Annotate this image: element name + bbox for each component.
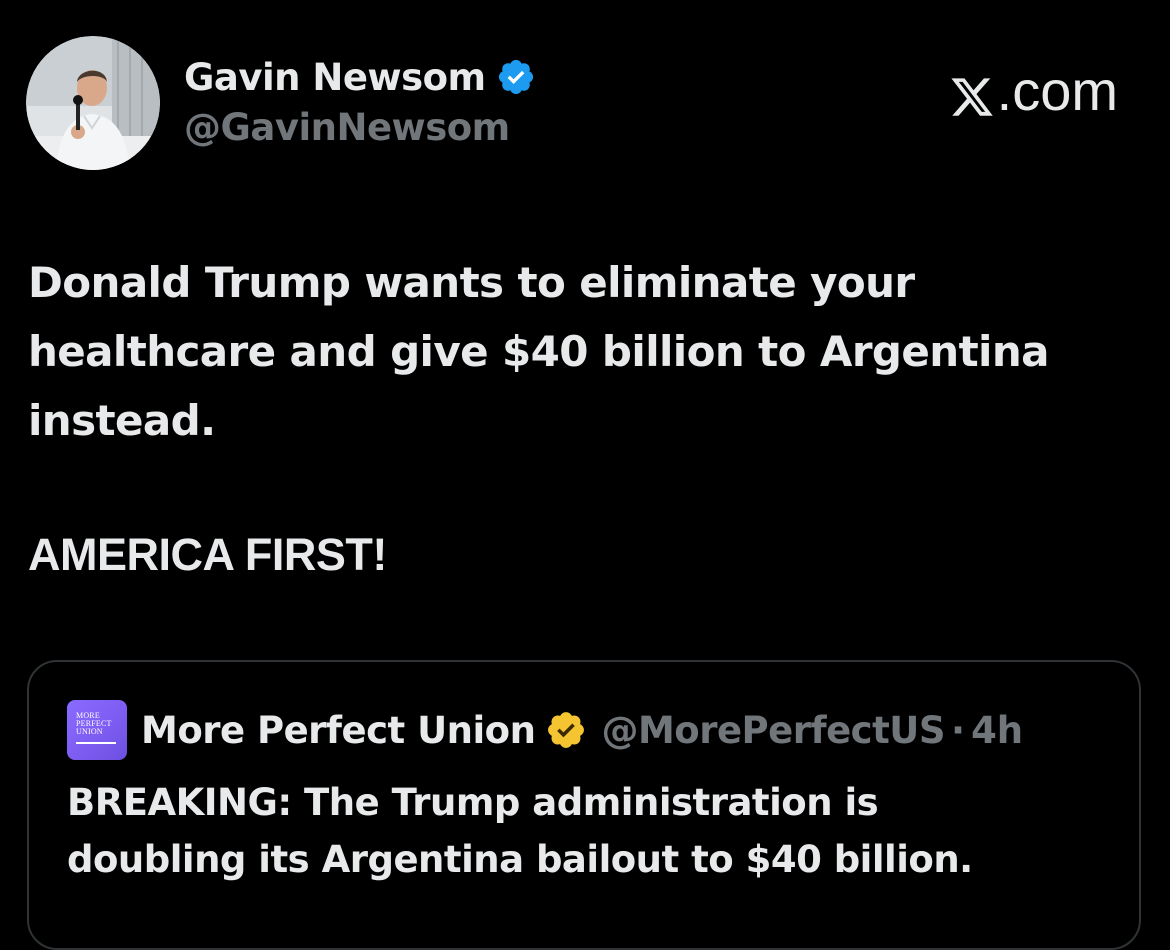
quoted-post-header: MORE PERFECT UNION More Perfect Union @M… [67,700,1023,760]
quoted-author-handle[interactable]: @MorePerfectUS [601,709,945,752]
author-avatar[interactable] [26,36,160,170]
post-screenshot: Gavin Newsom @GavinNewsom .com Donald Tr… [0,0,1170,950]
blue-verified-icon [496,57,536,97]
post-text-line: healthcare and give $40 billion to Argen… [28,327,1050,376]
brand-domain: .com [996,59,1118,122]
x-logo-icon [949,68,995,116]
quoted-avatar-logo-text: MORE PERFECT UNION [76,712,112,736]
post-text: Donald Trump wants to eliminate your hea… [28,248,1138,455]
quoted-timestamp[interactable]: 4h [971,709,1023,752]
quoted-post-card[interactable]: MORE PERFECT UNION More Perfect Union @M… [27,660,1141,950]
avatar-photo [26,36,160,170]
quoted-separator: · [951,708,966,752]
quoted-post-text: BREAKING: The Trump administration is do… [67,774,1117,888]
author-name-row: Gavin Newsom [184,52,536,102]
author-handle[interactable]: @GavinNewsom [184,106,510,149]
gold-verified-icon [545,709,587,751]
author-name[interactable]: Gavin Newsom [184,56,486,99]
post-text-line: Donald Trump wants to eliminate your [28,258,915,307]
post-text-line: instead. [28,396,216,445]
quoted-post-text-line: doubling its Argentina bailout to $40 bi… [67,838,973,881]
x-com-brand[interactable]: .com [949,58,1118,123]
quoted-post-text-line: BREAKING: The Trump administration is [67,781,879,824]
quoted-author-name[interactable]: More Perfect Union [141,709,536,752]
quoted-avatar-logo-bar [76,742,116,744]
post-slogan: AMERICA FIRST! [28,529,387,580]
quoted-author-avatar[interactable]: MORE PERFECT UNION [67,700,127,760]
quoted-avatar-logo-line: UNION [76,727,103,736]
